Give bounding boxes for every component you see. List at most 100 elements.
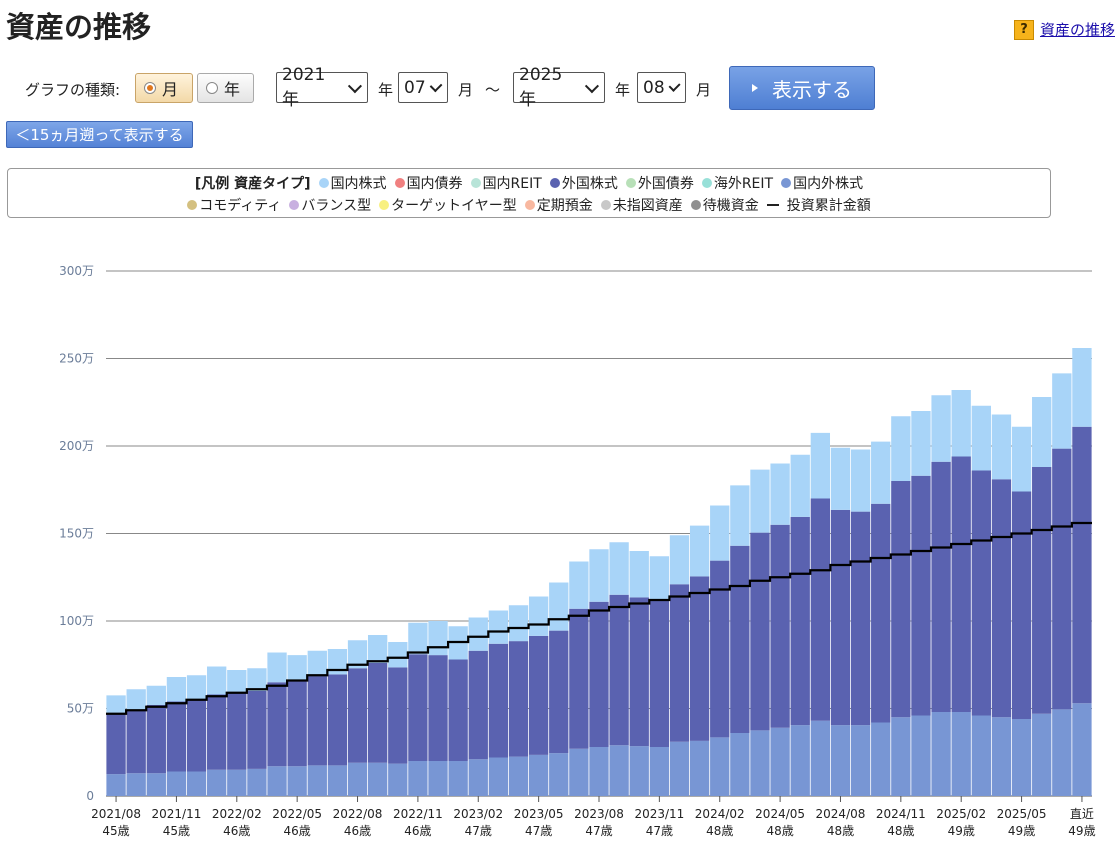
bar-segment (1032, 467, 1052, 714)
bar-segment (669, 584, 690, 742)
range-tilde: ～ (485, 81, 501, 99)
bar-segment (810, 432, 831, 499)
y-tick-label: 100万 (59, 614, 94, 628)
bar-segment (770, 463, 790, 525)
bar-segment (488, 643, 509, 758)
start-year-select[interactable]: 2021 年 (276, 65, 368, 110)
legend-heading: [凡例 資産タイプ] (194, 176, 311, 192)
bar-segment (911, 475, 931, 716)
chevron-down-icon (668, 79, 681, 92)
bar-segment (810, 498, 831, 721)
bar-segment (629, 597, 649, 747)
x-tick-date: 2022/11 (393, 807, 443, 821)
legend-dot-icon (690, 200, 701, 210)
bar-segment (871, 503, 891, 723)
bar-segment (649, 747, 670, 796)
bar-segment (287, 681, 307, 767)
bar-segment (649, 600, 670, 747)
x-tick-date: 2021/11 (151, 807, 201, 821)
legend-line-icon (766, 204, 779, 206)
legend-dot-icon (379, 200, 390, 210)
back-15-months-button[interactable]: ＜15ヵ月遡って表示する (6, 121, 193, 148)
end-year-select[interactable]: 2025 年 (513, 65, 605, 110)
legend-row: コモディティ バランス型 ターゲットイヤー型 定期預金 未指図資産 待機資金 投資累計金額 (8, 195, 1050, 215)
bar-segment (207, 666, 227, 695)
bar-segment (931, 461, 951, 712)
help-link[interactable]: 資産の推移 (1040, 19, 1115, 40)
bar-segment (388, 667, 408, 764)
legend-label: コモディティ (199, 198, 282, 214)
bar-segment (347, 762, 368, 796)
bar-segment (991, 414, 1012, 480)
bar-segment (609, 542, 629, 595)
x-tick-age: 47歳 (646, 824, 673, 838)
start-month-select[interactable]: 07 (398, 72, 448, 103)
legend-label: 外国債券 (637, 176, 694, 192)
bar-segment (508, 641, 529, 757)
legend-row: [凡例 資産タイプ] 国内株式 国内債券 国内REIT 外国株式 外国債券 海外REIT 国… (8, 173, 1050, 193)
show-button[interactable]: 表示する (729, 66, 875, 110)
legend-item-line: 投資累計金額 (766, 195, 871, 215)
bar-segment (247, 768, 267, 796)
x-tick-age: 49歳 (1008, 824, 1035, 838)
help-link-group[interactable]: ? 資産の推移 (1013, 19, 1115, 40)
bar-segment (468, 650, 488, 760)
bar-segment (569, 561, 589, 609)
legend-label: 未指図資産 (612, 198, 683, 214)
legend-label: 定期預金 (536, 198, 593, 214)
bar-segment (408, 761, 428, 796)
question-icon[interactable]: ? (1013, 19, 1034, 40)
bar-segment (891, 416, 911, 481)
controls-row: グラフの種類: 月 年 2021 年 年 07 月 ～ 2025 年 年 08 … (0, 65, 1115, 110)
legend-label: 投資累計金額 (786, 198, 871, 214)
year-radio-button[interactable]: 年 (197, 73, 254, 103)
bar-segment (448, 659, 468, 761)
year-option-label: 年 (224, 80, 241, 99)
bar-segment (911, 411, 931, 476)
bar-segment (468, 759, 488, 796)
bar-segment (1052, 373, 1072, 449)
x-tick-date: 2024/02 (695, 807, 745, 821)
legend-label: 海外REIT (713, 176, 774, 192)
bar-segment (428, 621, 448, 656)
bar-segment (991, 717, 1012, 796)
bar-segment (830, 725, 851, 796)
month-radio-button[interactable]: 月 (135, 73, 193, 103)
bar-segment (408, 622, 428, 655)
x-tick-date: 2025/05 (997, 807, 1047, 821)
end-month-select[interactable]: 08 (637, 72, 686, 103)
x-tick-date: 直近 (1070, 807, 1094, 821)
bar-segment (1032, 397, 1052, 467)
chevron-down-icon (585, 78, 600, 93)
end-year-value: 2025 年 (519, 65, 563, 110)
bar-segment (468, 617, 488, 651)
legend-label: 国内REIT (482, 176, 542, 192)
bar-segment (146, 685, 166, 705)
legend-label: ターゲットイヤー型 (391, 198, 517, 214)
bar-segment (267, 766, 287, 796)
legend-item: 未指図資産 (600, 195, 683, 215)
bar-segment (1072, 348, 1092, 427)
bar-segment (790, 454, 810, 517)
radio-selected-icon (144, 82, 156, 94)
bar-segment (227, 670, 247, 693)
x-tick-age: 49歳 (948, 824, 975, 838)
bar-segment (669, 741, 690, 796)
bar-segment (750, 532, 770, 731)
chevron-down-icon (348, 78, 363, 93)
bar-segment (388, 763, 408, 796)
bar-segment (689, 740, 710, 796)
legend-dot-icon (781, 178, 792, 188)
bar-segment (951, 390, 971, 457)
legend-item: 定期預金 (524, 195, 593, 215)
x-tick-age: 49歳 (1068, 824, 1095, 838)
bar-segment (931, 395, 951, 462)
legend-label: バランス型 (301, 198, 372, 214)
bar-segment (166, 701, 187, 772)
bar-segment (1011, 491, 1032, 719)
bar-segment (508, 605, 529, 642)
bar-segment (569, 608, 589, 749)
bar-segment (730, 545, 750, 733)
bar-segment (126, 689, 146, 711)
bar-segment (146, 705, 166, 774)
